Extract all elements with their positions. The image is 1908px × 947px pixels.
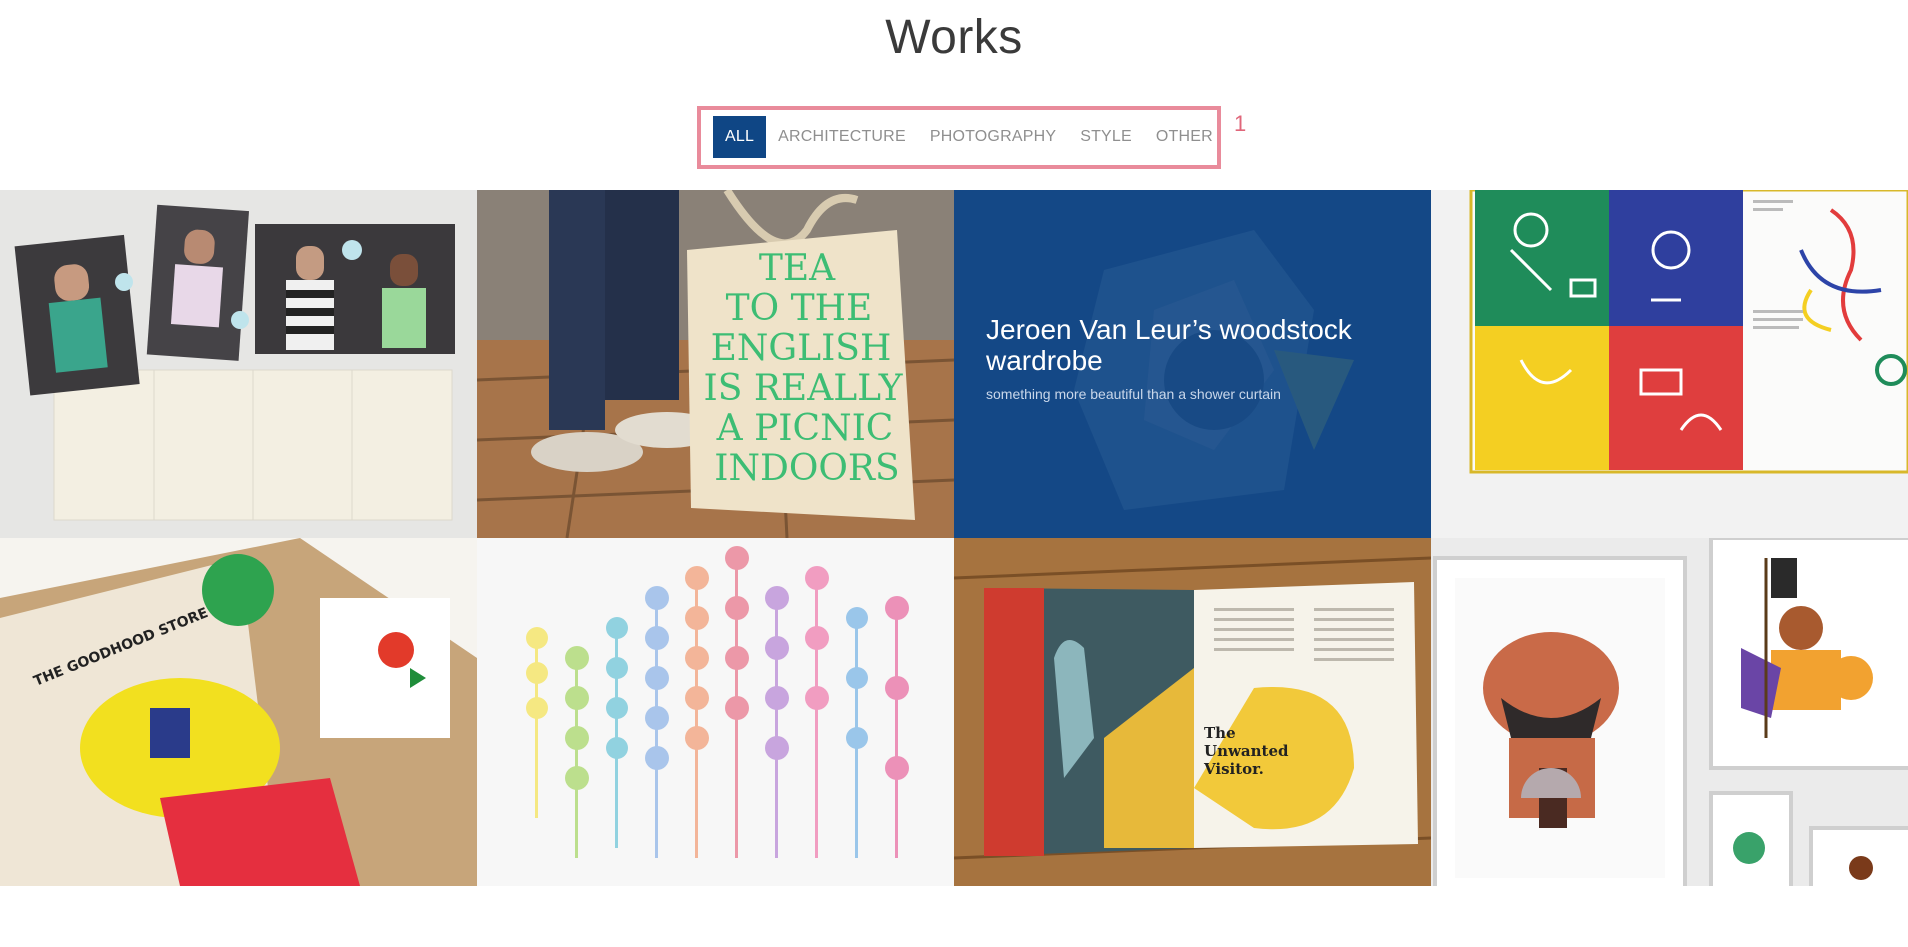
- portfolio-item-subtitle: something more beautiful than a shower c…: [986, 386, 1281, 402]
- annotation-marker: 1: [1234, 111, 1247, 136]
- filter-architecture-button[interactable]: ARCHITECTURE: [766, 116, 918, 158]
- filter-bar: ALL ARCHITECTURE PHOTOGRAPHY STYLE OTHER: [713, 116, 1225, 158]
- portfolio-item-unwanted-visitor-book[interactable]: The Unwanted Visitor.: [954, 538, 1431, 886]
- portfolio-grid: TEA TO THE ENGLISH IS REALLY A PICNIC IN…: [0, 190, 1908, 886]
- filter-photography-button[interactable]: PHOTOGRAPHY: [918, 116, 1068, 158]
- svg-text:Visitor.: Visitor.: [1203, 760, 1264, 778]
- portfolio-item-tote-bag[interactable]: TEA TO THE ENGLISH IS REALLY A PICNIC IN…: [477, 190, 954, 538]
- svg-text:TEA: TEA: [759, 248, 836, 289]
- portfolio-item-woodstock-wardrobe[interactable]: Jeroen Van Leur’s woodstock wardrobe som…: [954, 190, 1431, 538]
- portfolio-item-posters[interactable]: [0, 190, 477, 538]
- svg-text:The: The: [1204, 724, 1236, 742]
- portfolio-image-game-book: [1431, 190, 1908, 538]
- svg-text:INDOORS: INDOORS: [714, 448, 899, 489]
- portfolio-image-posters: [0, 190, 477, 538]
- portfolio-image-watercolor: [477, 538, 954, 886]
- portfolio-image-characters: [1431, 538, 1908, 886]
- filter-other-button[interactable]: OTHER: [1144, 116, 1225, 158]
- portfolio-item-game-book[interactable]: [1431, 190, 1908, 538]
- portfolio-item-title: Jeroen Van Leur’s woodstock wardrobe: [986, 314, 1352, 376]
- svg-text:A PICNIC: A PICNIC: [716, 408, 894, 449]
- svg-text:Unwanted: Unwanted: [1204, 742, 1289, 760]
- works-page: Works ALL ARCHITECTURE PHOTOGRAPHY STYLE…: [0, 0, 1908, 947]
- filter-all-button[interactable]: ALL: [713, 116, 767, 158]
- portfolio-item-character-posters[interactable]: [1431, 538, 1908, 886]
- svg-text:ENGLISH: ENGLISH: [711, 328, 892, 369]
- page-title: Works: [885, 11, 1023, 64]
- portfolio-item-goodhood-magazine[interactable]: THE GOODHOOD STORE: [0, 538, 477, 886]
- portfolio-image-tote-bag: TEA TO THE ENGLISH IS REALLY A PICNIC IN…: [477, 190, 954, 538]
- filter-style-button[interactable]: STYLE: [1068, 116, 1144, 158]
- svg-text:IS REALLY: IS REALLY: [704, 368, 904, 409]
- portfolio-item-watercolor-dots[interactable]: [477, 538, 954, 886]
- portfolio-image-book: The Unwanted Visitor.: [954, 538, 1431, 886]
- portfolio-image-goodhood: THE GOODHOOD STORE: [0, 538, 477, 886]
- svg-text:TO THE: TO THE: [726, 288, 873, 329]
